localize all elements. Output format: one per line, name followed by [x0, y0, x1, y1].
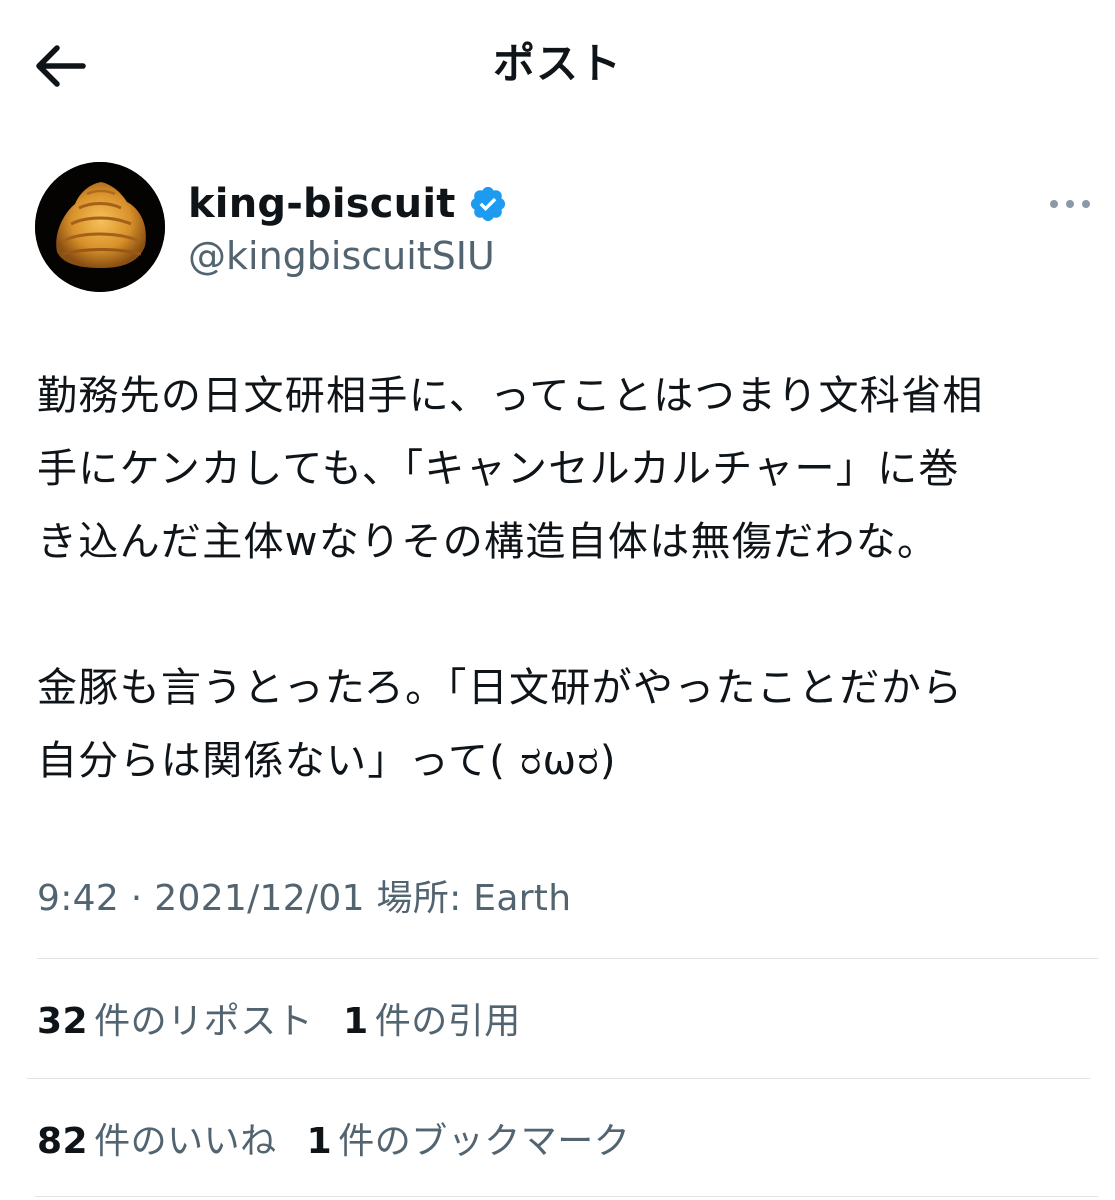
- tweet-location[interactable]: Earth: [473, 878, 571, 919]
- tweet-metadata: 9:42 · 2021/12/01 場所: Earth: [37, 872, 571, 926]
- meta-separator: ·: [119, 878, 155, 919]
- verified-badge-icon: [468, 184, 508, 224]
- quotes-label: 件の引用: [374, 1001, 521, 1042]
- reposts-label: 件のリポスト: [94, 1001, 314, 1042]
- quotes-stat[interactable]: 1 件の引用: [343, 992, 521, 1044]
- quotes-count: 1: [343, 1001, 369, 1042]
- divider: [37, 958, 1098, 959]
- avatar[interactable]: [35, 162, 165, 292]
- bookmarks-label: 件のブックマーク: [338, 1121, 631, 1162]
- stats-row-reposts: 32 件のリポスト 1 件の引用: [37, 988, 551, 1048]
- tweet-text: 勤務先の日文研相手に、ってことはつまり文科省相 手にケンカしても、「キャンセルカ…: [37, 360, 1102, 798]
- display-name: king-biscuit: [188, 181, 456, 227]
- tweet-paragraph: 勤務先の日文研相手に、ってことはつまり文科省相 手にケンカしても、「キャンセルカ…: [37, 373, 984, 565]
- location-prefix: 場所:: [364, 878, 474, 919]
- tweet-date[interactable]: 2021/12/01: [154, 878, 365, 919]
- display-name-row[interactable]: king-biscuit: [188, 176, 508, 232]
- likes-count: 82: [37, 1121, 89, 1162]
- tweet-time[interactable]: 9:42: [37, 878, 119, 919]
- more-options-button[interactable]: [1045, 184, 1095, 224]
- avatar-image: [35, 162, 165, 292]
- stats-row-likes: 82 件のいいね 1 件のブックマーク: [37, 1108, 660, 1168]
- bookmarks-stat[interactable]: 1 件のブックマーク: [307, 1112, 631, 1164]
- bookmarks-count: 1: [306, 1121, 333, 1162]
- likes-stat[interactable]: 82 件のいいね: [37, 1112, 277, 1164]
- top-bar: ポスト: [0, 0, 1115, 130]
- reposts-count: 32: [37, 1001, 89, 1042]
- tweet-paragraph: 金豚も言うとったろ。「日文研がやったことだから 自分らは関係ない」って( ರωರ…: [37, 665, 964, 784]
- divider: [27, 1078, 1090, 1079]
- divider: [35, 1196, 1098, 1197]
- user-handle[interactable]: @kingbiscuitSIU: [188, 228, 495, 284]
- page-title: ポスト: [492, 39, 622, 88]
- reposts-stat[interactable]: 32 件のリポスト: [37, 992, 313, 1044]
- tweet-author: king-biscuit @kingbiscuitSIU: [35, 162, 1095, 297]
- likes-label: 件のいいね: [94, 1121, 277, 1162]
- more-horizontal-icon: [1050, 200, 1090, 208]
